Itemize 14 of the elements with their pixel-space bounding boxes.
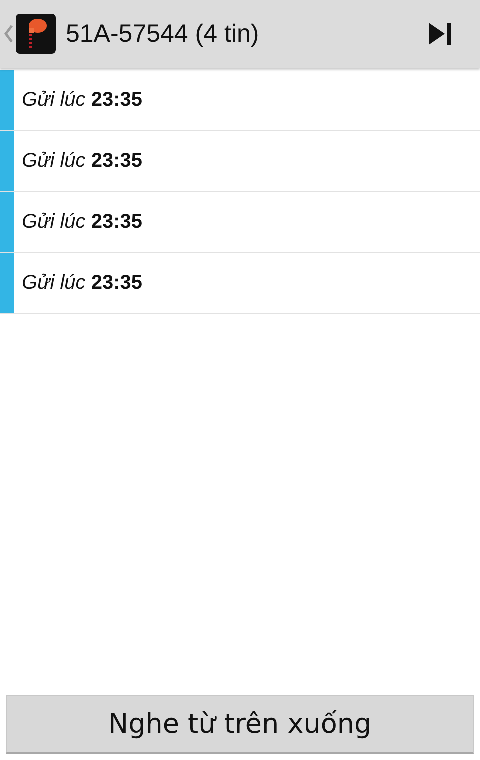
screen-title: 51A-57544 (4 tin) <box>66 20 260 48</box>
app-logo-icon <box>16 14 56 54</box>
row-accent-bar <box>0 253 14 313</box>
app-home-button[interactable] <box>4 14 56 54</box>
row-accent-bar <box>0 70 14 130</box>
skip-to-end-icon <box>427 22 453 46</box>
message-time-text[interactable]: Gửi lúc 23:35 <box>14 210 143 234</box>
row-accent-bar <box>0 131 14 191</box>
play-all-button[interactable]: Nghe từ trên xuống <box>6 695 474 754</box>
message-time-text[interactable]: Gửi lúc 23:35 <box>14 88 143 112</box>
row-accent-bar <box>0 192 14 252</box>
back-chevron-icon <box>4 24 14 44</box>
message-time-text[interactable]: Gửi lúc 23:35 <box>14 272 143 294</box>
message-time-text[interactable]: Gửi lúc 23:35 <box>14 150 143 172</box>
